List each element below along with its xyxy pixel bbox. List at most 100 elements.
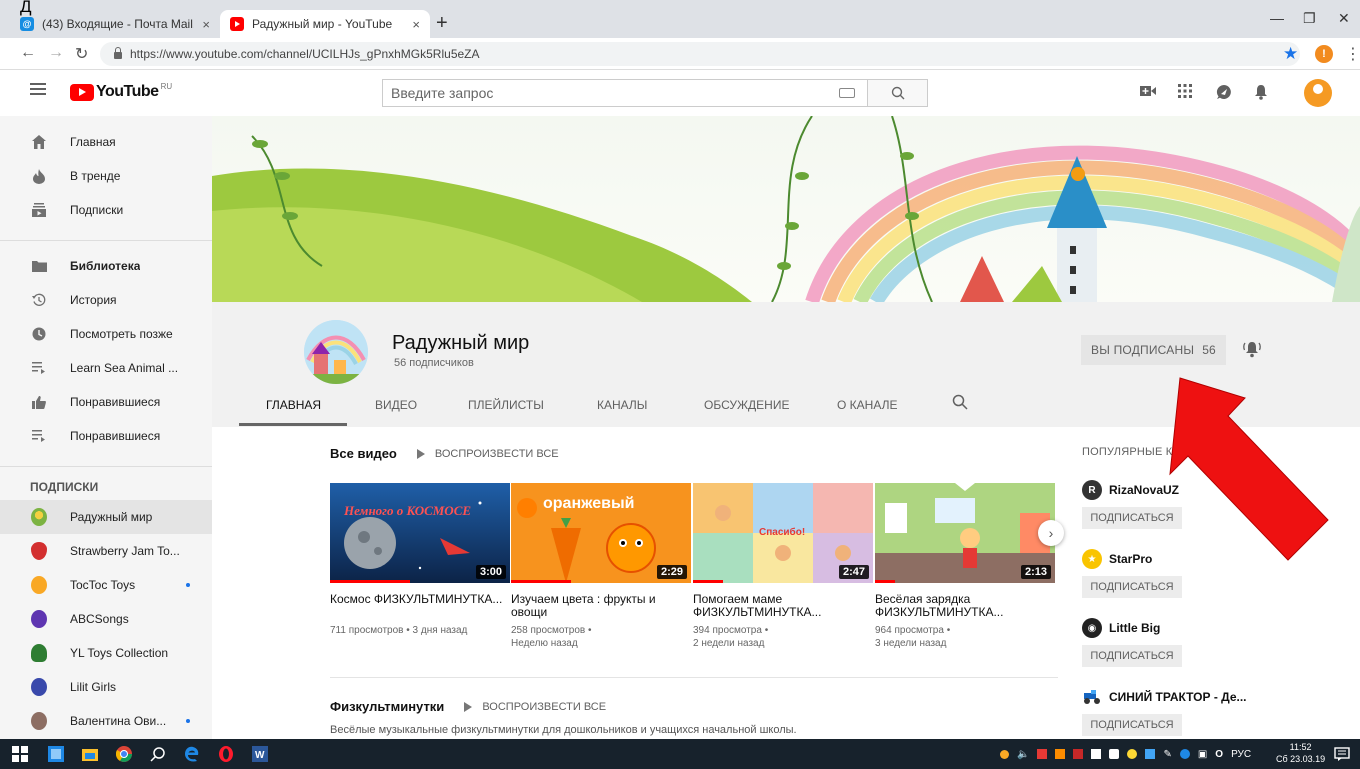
keyboard-language[interactable]: РУС (1231, 749, 1251, 760)
tab-discussion[interactable]: ОБСУЖДЕНИЕ (704, 398, 789, 412)
messages-icon[interactable] (1216, 84, 1232, 104)
carousel-next-button[interactable]: › (1038, 520, 1064, 546)
tab-close-icon[interactable]: × (412, 17, 420, 32)
minimize-icon[interactable]: — (1270, 10, 1284, 26)
bookmark-star-icon[interactable]: ★ (1283, 44, 1298, 64)
account-avatar[interactable] (1304, 79, 1332, 107)
popular-channel-blue-tractor[interactable]: СИНИЙ ТРАКТОР - Де... (1082, 687, 1247, 707)
sidebar-item-subscriptions[interactable]: Подписки (0, 193, 212, 227)
sidebar-item-trending[interactable]: В тренде (0, 159, 212, 193)
sidebar-item-library[interactable]: Библиотека (0, 249, 212, 283)
bluetooth-icon[interactable] (1179, 749, 1190, 759)
url-field[interactable]: https://www.youtube.com/channel/UCILHJs_… (100, 42, 1300, 66)
sidebar-item-watch-later[interactable]: Посмотреть позже (0, 317, 212, 351)
chrome-icon[interactable] (116, 746, 132, 762)
back-arrow-icon[interactable]: ← (20, 44, 36, 62)
tray-app-icon[interactable] (1127, 749, 1138, 759)
reload-icon[interactable]: ↻ (75, 44, 88, 64)
forward-arrow-icon[interactable]: → (48, 44, 64, 62)
tab-close-icon[interactable]: × (202, 17, 210, 32)
windows-start-icon[interactable] (12, 746, 28, 762)
keyboard-icon[interactable] (827, 80, 867, 106)
photos-icon[interactable] (48, 746, 64, 762)
row-title[interactable]: Физкультминутки (330, 699, 444, 714)
extension-icon[interactable]: ! (1315, 45, 1333, 63)
mail-favicon-icon: @ (20, 17, 34, 31)
browser-tab-mail[interactable]: @ (43) Входящие - Почта Mail.Ru × (10, 10, 220, 38)
edge-icon[interactable] (184, 746, 200, 762)
volume-icon[interactable]: 🔈 (1017, 749, 1029, 760)
file-explorer-icon[interactable] (82, 746, 98, 762)
system-clock[interactable]: 11:52 Сб 23.03.19 (1276, 741, 1325, 765)
sidebar-sub-lilit-girls[interactable]: Lilit Girls (0, 670, 212, 704)
sidebar-sub-abcsongs[interactable]: ABCSongs (0, 602, 212, 636)
play-all-button[interactable]: ВОСПРОИЗВЕСТИ ВСЕ (417, 448, 559, 460)
sidebar-item-liked-playlist[interactable]: Понравившиеся (0, 419, 212, 453)
tray-app-icon[interactable] (1091, 749, 1102, 759)
video-thumbnail[interactable]: 2:13 (875, 483, 1055, 583)
tray-app-icon[interactable] (1109, 749, 1120, 759)
notifications-bell-icon[interactable] (1254, 84, 1268, 104)
new-content-dot (186, 719, 190, 723)
tab-playlists[interactable]: ПЛЕЙЛИСТЫ (468, 398, 544, 412)
subscribe-button[interactable]: ПОДПИСАТЬСЯ (1082, 714, 1182, 736)
notification-bell-icon[interactable] (1242, 340, 1262, 363)
channel-logo[interactable] (304, 320, 368, 384)
tray-app-icon[interactable] (1037, 749, 1048, 759)
sidebar-item-liked[interactable]: Понравившиеся (0, 385, 212, 419)
video-card[interactable]: оранжевый 2:29 Изучаем цвета : фрукты и … (511, 483, 691, 650)
sidebar-sub-yl-toys[interactable]: YL Toys Collection (0, 636, 212, 670)
video-thumbnail[interactable]: Немного о КОСМОСЕ 3:00 (330, 483, 510, 583)
sidebar-item-playlist[interactable]: Learn Sea Animal ... (0, 351, 212, 385)
tab-channels[interactable]: КАНАЛЫ (597, 398, 647, 412)
pen-icon[interactable]: ✎ (1163, 749, 1171, 760)
video-card[interactable]: Спасибо! 2:47 Помогаем маме ФИЗКУЛЬТМИНУ… (693, 483, 873, 650)
video-title[interactable]: Весёлая зарядка ФИЗКУЛЬТМИНУТКА... (875, 593, 1055, 619)
sidebar-item-home[interactable]: Главная (0, 125, 212, 159)
tab-about[interactable]: О КАНАЛЕ (837, 398, 897, 412)
sidebar-sub-radugny-mir[interactable]: Радужный мир (0, 500, 212, 534)
new-tab-button[interactable]: + (436, 12, 448, 35)
action-center-icon[interactable] (1334, 746, 1350, 762)
tray-app-icon[interactable] (1000, 749, 1009, 759)
search-button[interactable] (867, 80, 927, 106)
tab-videos[interactable]: ВИДЕО (375, 398, 417, 412)
youtube-logo[interactable]: YouTube RU (70, 82, 172, 101)
sidebar-sub-strawberry-jam[interactable]: Strawberry Jam To... (0, 534, 212, 568)
video-title[interactable]: Изучаем цвета : фрукты и овощи (511, 593, 691, 619)
subscribed-button[interactable]: ВЫ ПОДПИСАНЫ 56 (1081, 335, 1226, 365)
channel-search-icon[interactable] (952, 394, 968, 413)
browser-menu-icon[interactable]: ⋮ (1345, 44, 1360, 64)
sidebar-sub-valentina[interactable]: Валентина Ови... (0, 704, 212, 738)
tab-home[interactable]: ГЛАВНАЯ (266, 398, 321, 412)
svg-text:W: W (255, 750, 265, 761)
hamburger-menu-icon[interactable] (30, 83, 46, 95)
tray-app-icon[interactable] (1145, 749, 1156, 759)
tray-app-icon[interactable] (1073, 749, 1084, 759)
apps-grid-icon[interactable] (1178, 84, 1192, 102)
sidebar-item-history[interactable]: История (0, 283, 212, 317)
browser-tab-youtube[interactable]: Радужный мир - YouTube × (220, 10, 430, 38)
video-card[interactable]: Немного о КОСМОСЕ 3:00 Космос ФИЗКУЛЬТМИ… (330, 483, 510, 637)
video-card[interactable]: 2:13 Весёлая зарядка ФИЗКУЛЬТМИНУТКА... … (875, 483, 1055, 650)
close-window-icon[interactable]: ✕ (1338, 10, 1350, 27)
subscriptions-icon (31, 202, 47, 218)
popular-channel-little-big[interactable]: ◉ Little Big (1082, 618, 1160, 638)
opera-icon[interactable] (218, 746, 234, 762)
tray-app-icon[interactable] (1055, 749, 1066, 759)
video-thumbnail[interactable]: Спасибо! 2:47 (693, 483, 873, 583)
row-title[interactable]: Все видео (330, 446, 397, 461)
network-icon[interactable]: ▣ (1198, 749, 1207, 760)
video-thumbnail[interactable]: оранжевый 2:29 (511, 483, 691, 583)
cortana-icon[interactable]: O (1215, 749, 1223, 760)
create-video-icon[interactable] (1140, 84, 1156, 101)
word-icon[interactable]: W (252, 746, 268, 762)
search-input[interactable] (383, 80, 827, 106)
restore-icon[interactable]: ❐ (1303, 10, 1316, 27)
video-title[interactable]: Космос ФИЗКУЛЬТМИНУТКА... (330, 593, 510, 619)
sidebar-sub-toctoc-toys[interactable]: TocToc Toys (0, 568, 212, 602)
search-icon[interactable] (150, 746, 166, 762)
subscribe-button[interactable]: ПОДПИСАТЬСЯ (1082, 645, 1182, 667)
video-title[interactable]: Помогаем маме ФИЗКУЛЬТМИНУТКА... (693, 593, 873, 619)
play-all-button[interactable]: ВОСПРОИЗВЕСТИ ВСЕ (464, 701, 606, 713)
